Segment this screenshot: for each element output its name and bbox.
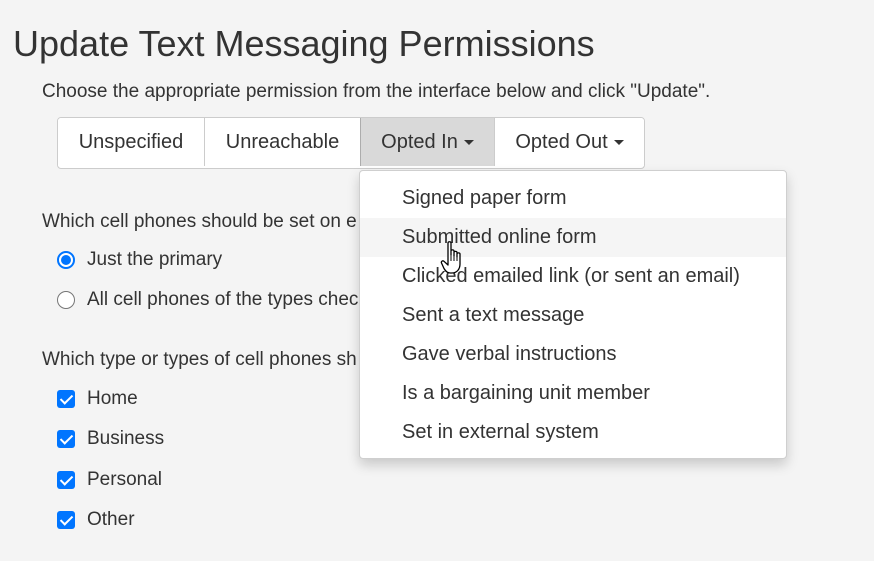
opted-out-button-label: Opted Out [515,130,608,153]
all-cell-phones-label: All cell phones of the types chec [87,289,359,310]
business-label: Business [87,428,165,449]
instructions-text: Choose the appropriate permission from t… [42,81,711,102]
page-title: Update Text Messaging Permissions [13,23,595,64]
caret-down-icon [463,139,474,145]
unspecified-button[interactable]: Unspecified [58,118,204,166]
business-checkbox[interactable] [57,430,75,448]
unreachable-button[interactable]: Unreachable [204,118,360,166]
opted-in-dropdown-menu: Signed paper form Submitted online form … [359,170,787,459]
other-option[interactable]: Other [57,509,135,531]
page: Update Text Messaging Permissions Choose… [0,0,874,561]
home-option[interactable]: Home [57,388,138,410]
opted-out-button[interactable]: Opted Out [494,118,644,166]
phones-question: Which cell phones should be set on e [42,211,357,232]
unspecified-button-label: Unspecified [78,130,184,153]
permission-button-group: Unspecified Unreachable Opted In Opted O… [57,117,645,169]
business-option[interactable]: Business [57,428,164,450]
menu-item-set-in-external-system[interactable]: Set in external system [360,413,786,452]
personal-checkbox[interactable] [57,471,75,489]
menu-item-submitted-online-form[interactable]: Submitted online form [360,218,786,257]
just-primary-radio[interactable] [57,251,75,269]
opted-in-button-label: Opted In [381,130,458,153]
home-label: Home [87,388,138,409]
menu-item-signed-paper-form[interactable]: Signed paper form [360,179,786,218]
menu-item-clicked-emailed-link[interactable]: Clicked emailed link (or sent an email) [360,257,786,296]
menu-item-sent-text-message[interactable]: Sent a text message [360,296,786,335]
caret-down-icon [613,139,624,145]
personal-label: Personal [87,469,162,490]
opted-in-button[interactable]: Opted In [360,118,494,166]
types-question: Which type or types of cell phones sh [42,349,357,370]
unreachable-button-label: Unreachable [225,130,340,153]
just-primary-option[interactable]: Just the primary [57,249,222,271]
personal-option[interactable]: Personal [57,469,162,491]
menu-item-bargaining-unit-member[interactable]: Is a bargaining unit member [360,374,786,413]
all-cell-phones-radio[interactable] [57,291,75,309]
home-checkbox[interactable] [57,390,75,408]
other-label: Other [87,509,135,530]
all-cell-phones-option[interactable]: All cell phones of the types chec [57,289,358,311]
menu-item-gave-verbal-instructions[interactable]: Gave verbal instructions [360,335,786,374]
other-checkbox[interactable] [57,511,75,529]
just-primary-label: Just the primary [87,249,223,270]
